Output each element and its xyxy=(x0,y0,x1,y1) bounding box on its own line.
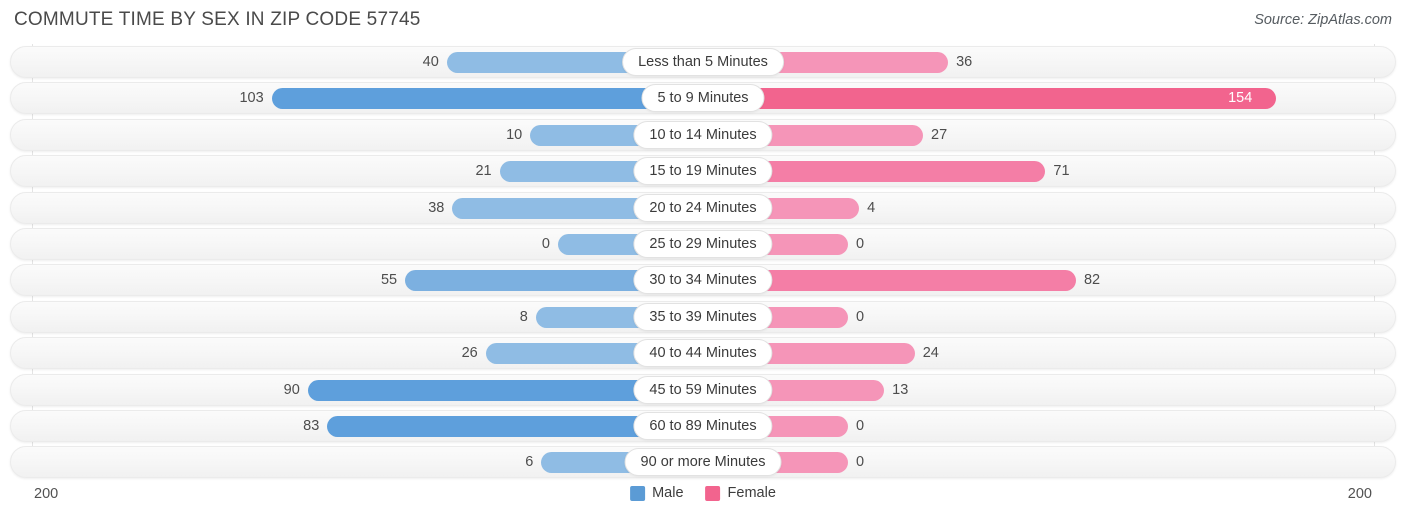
legend-swatch-female xyxy=(705,485,721,501)
bar-value-male: 8 xyxy=(519,308,528,325)
bar-row: 26 24 40 to 44 Minutes xyxy=(0,335,1406,371)
bar-value-female: 4 xyxy=(867,199,876,216)
bar-category-label: 30 to 34 Minutes xyxy=(633,266,773,295)
bar-category-label: 5 to 9 Minutes xyxy=(641,84,765,113)
bar-category-label: 25 to 29 Minutes xyxy=(633,229,773,258)
bar-row: 40 36 Less than 5 Minutes xyxy=(0,44,1406,80)
bar-category-label: 90 or more Minutes xyxy=(624,448,782,477)
chart-footer: 200 200 Male Female xyxy=(0,483,1406,517)
bar-row: 38 4 20 to 24 Minutes xyxy=(0,190,1406,226)
bar-row: 90 13 45 to 59 Minutes xyxy=(0,372,1406,408)
bar-value-female: 154 xyxy=(1228,90,1253,107)
bar-value-male: 38 xyxy=(428,199,445,216)
chart-legend: Male Female xyxy=(630,485,776,501)
bar-value-male: 55 xyxy=(380,272,398,289)
bar-value-male: 90 xyxy=(283,381,300,398)
bar-value-female: 27 xyxy=(931,126,948,143)
bar-category-label: Less than 5 Minutes xyxy=(622,48,784,76)
bar-value-female: 24 xyxy=(922,345,939,362)
legend-item[interactable]: Female xyxy=(705,485,776,501)
bar-value-female: 0 xyxy=(856,417,865,434)
chart-plot-area: 40 36 Less than 5 Minutes 103 154 5 to 9 Minu… xyxy=(0,44,1406,481)
legend-label: Female xyxy=(727,485,776,501)
bar-category-label: 60 to 89 Minutes xyxy=(633,411,773,440)
bar-value-male: 6 xyxy=(525,454,534,471)
bar-row: 83 0 60 to 89 Minutes xyxy=(0,408,1406,444)
bar-value-male: 21 xyxy=(475,163,492,180)
bar-row-list: 40 36 Less than 5 Minutes 103 154 5 to 9 Minu… xyxy=(0,44,1406,481)
bar-row: 103 154 5 to 9 Minutes xyxy=(0,80,1406,116)
bar-row: 55 82 30 to 34 Minutes xyxy=(0,262,1406,298)
bar-value-female: 82 xyxy=(1083,272,1101,289)
bar-row: 8 0 35 to 39 Minutes xyxy=(0,299,1406,335)
bar-value-male: 26 xyxy=(461,345,478,362)
bar-row: 10 27 10 to 14 Minutes xyxy=(0,117,1406,153)
bar-value-male: 0 xyxy=(541,235,550,252)
axis-label-left: 200 xyxy=(34,486,59,502)
bar-row: 21 71 15 to 19 Minutes xyxy=(0,153,1406,189)
bar-value-male: 83 xyxy=(303,417,320,434)
bar-category-label: 10 to 14 Minutes xyxy=(633,120,773,149)
bar-row: 0 0 25 to 29 Minutes xyxy=(0,226,1406,262)
legend-item[interactable]: Male xyxy=(630,485,684,501)
axis-label-right: 200 xyxy=(1347,486,1372,502)
bar-value-female: 0 xyxy=(856,454,865,471)
source-attribution: Source: ZipAtlas.com xyxy=(1254,12,1392,28)
legend-swatch-male xyxy=(630,485,646,501)
bar-value-male: 103 xyxy=(239,90,264,107)
bar-category-label: 15 to 19 Minutes xyxy=(633,157,773,186)
bar-category-label: 20 to 24 Minutes xyxy=(633,193,773,222)
bar-category-label: 45 to 59 Minutes xyxy=(633,375,773,404)
bar-value-male: 10 xyxy=(506,126,523,143)
chart-header: COMMUTE TIME BY SEX IN ZIP CODE 57745 So… xyxy=(0,0,1406,40)
page-title: COMMUTE TIME BY SEX IN ZIP CODE 57745 xyxy=(14,9,421,30)
bar-value-female: 71 xyxy=(1053,163,1070,180)
bar-male[interactable] xyxy=(271,88,703,110)
bar-value-female: 0 xyxy=(856,308,865,325)
bar-value-female: 13 xyxy=(892,381,909,398)
bar-row: 6 0 90 or more Minutes xyxy=(0,444,1406,480)
bar-category-label: 40 to 44 Minutes xyxy=(633,339,773,368)
bar-value-female: 36 xyxy=(956,54,973,70)
bar-value-female: 0 xyxy=(856,235,865,252)
legend-label: Male xyxy=(652,485,684,501)
bar-female[interactable] xyxy=(703,88,1277,110)
bar-category-label: 35 to 39 Minutes xyxy=(633,302,773,331)
bar-value-male: 40 xyxy=(422,54,439,70)
